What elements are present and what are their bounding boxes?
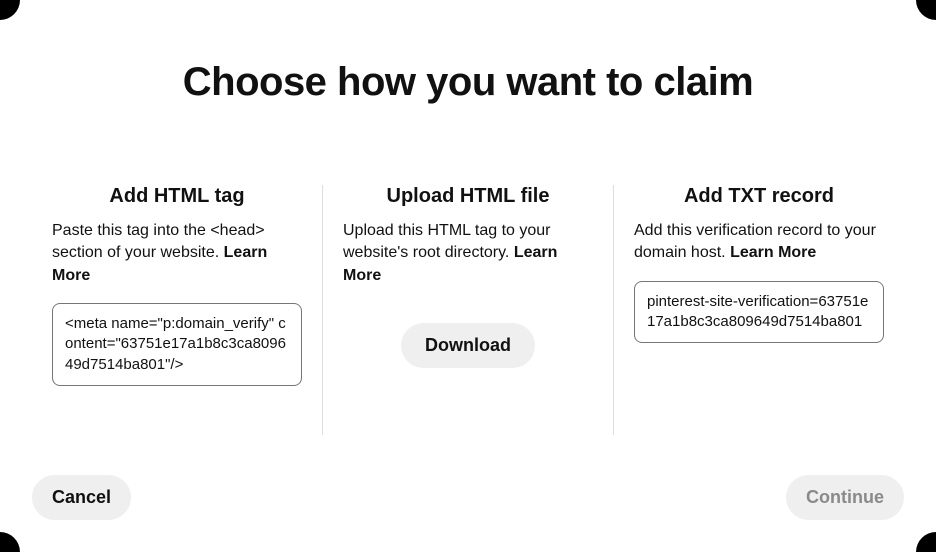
option-description-block: Upload this HTML tag to your website's r… bbox=[343, 220, 593, 287]
modal-footer: Cancel Continue bbox=[32, 475, 904, 520]
modal-title: Choose how you want to claim bbox=[32, 60, 904, 105]
option-title: Upload HTML file bbox=[343, 185, 593, 208]
html-tag-code[interactable]: <meta name="p:domain_verify" content="63… bbox=[52, 303, 302, 386]
option-title: Add TXT record bbox=[634, 185, 884, 208]
download-button-wrap: Download bbox=[343, 323, 593, 368]
option-title: Add HTML tag bbox=[52, 185, 302, 208]
option-description-block: Add this verification record to your dom… bbox=[634, 220, 884, 265]
option-description-block: Paste this tag into the <head> section o… bbox=[52, 220, 302, 287]
download-button[interactable]: Download bbox=[401, 323, 535, 368]
claim-method-modal: Choose how you want to claim Add HTML ta… bbox=[0, 0, 936, 552]
options-row: Add HTML tag Paste this tag into the <he… bbox=[32, 185, 904, 435]
option-html-file[interactable]: Upload HTML file Upload this HTML tag to… bbox=[322, 185, 613, 435]
option-txt-record[interactable]: Add TXT record Add this verification rec… bbox=[613, 185, 904, 435]
cancel-button[interactable]: Cancel bbox=[32, 475, 131, 520]
learn-more-link[interactable]: Learn More bbox=[730, 244, 816, 261]
txt-record-code[interactable]: pinterest-site-verification=63751e17a1b8… bbox=[634, 281, 884, 344]
option-html-tag[interactable]: Add HTML tag Paste this tag into the <he… bbox=[32, 185, 322, 435]
continue-button[interactable]: Continue bbox=[786, 475, 904, 520]
